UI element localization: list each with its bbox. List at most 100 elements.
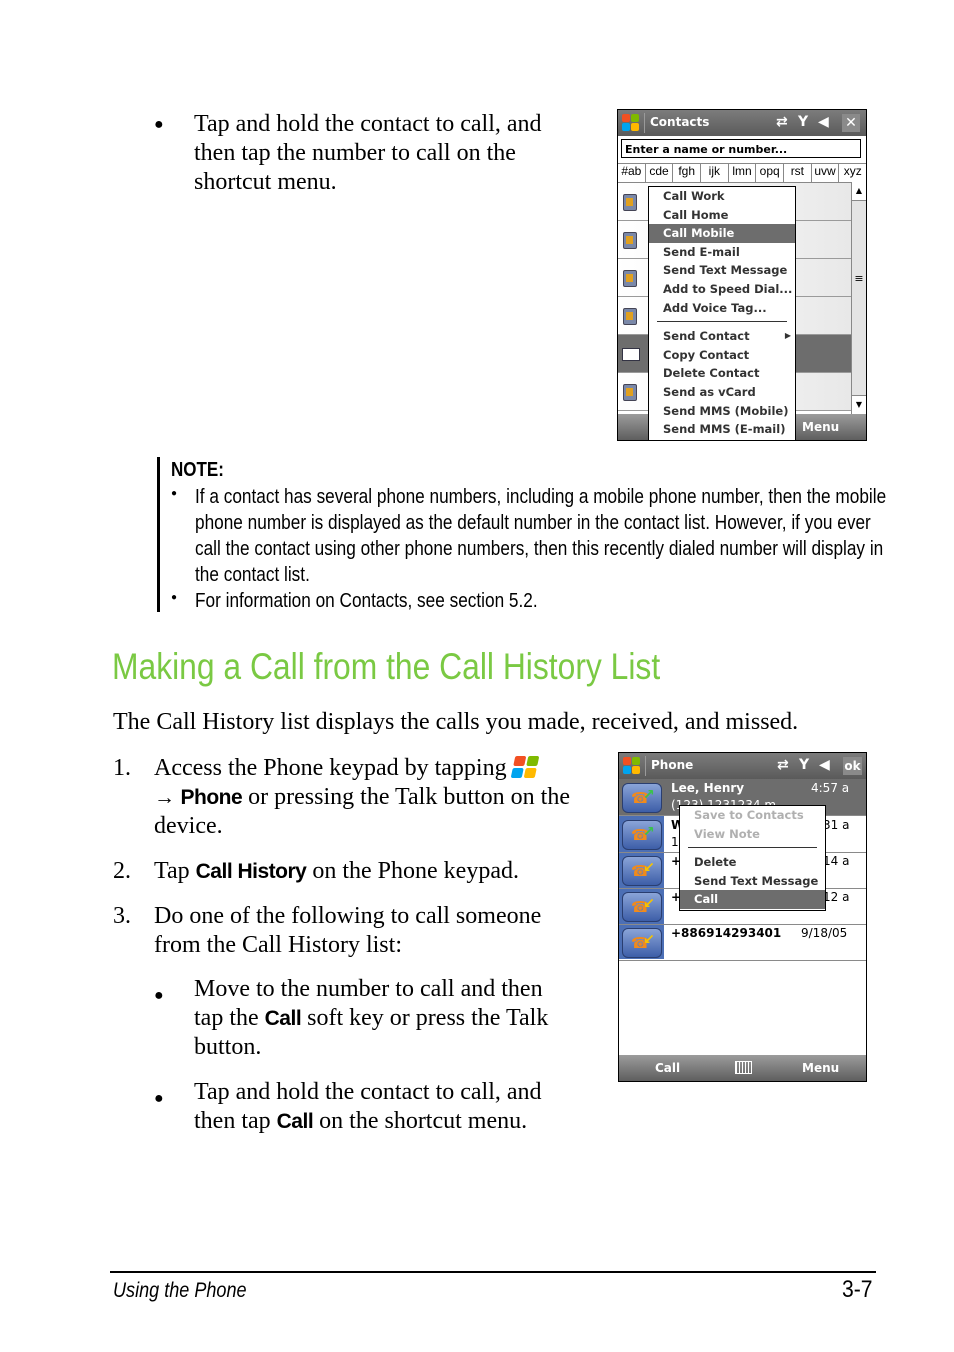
softkey-call[interactable]: Call: [655, 1061, 680, 1075]
sub-bullet: ● Move to the number to call and then ta…: [154, 975, 574, 1062]
note-bullet-text: For information on Contacts, see section…: [195, 589, 538, 612]
alpha-tab[interactable]: fgh: [673, 164, 702, 182]
alpha-tab[interactable]: opq: [756, 164, 785, 182]
alpha-tab[interactable]: uvw: [812, 164, 840, 182]
menu-item-call[interactable]: Call: [680, 890, 825, 909]
search-placeholder: Enter a name or number...: [625, 143, 788, 156]
menu-item-call-home[interactable]: Call Home: [649, 206, 795, 225]
menu-item-label: Send Contact: [663, 329, 750, 344]
volume-icon[interactable]: ◀: [818, 114, 829, 130]
menu-item-delete[interactable]: Delete: [680, 853, 825, 872]
title-separator: [645, 756, 646, 776]
menu-item-send-mms-mobile[interactable]: Send MMS (Mobile): [649, 402, 795, 421]
windows-start-icon[interactable]: [622, 114, 640, 132]
alpha-tab[interactable]: rst: [784, 164, 812, 182]
step-2: 2. Tap Call History on the Phone keypad.: [113, 857, 573, 886]
signal-icon[interactable]: Y: [799, 757, 809, 773]
close-icon[interactable]: ✕: [842, 114, 860, 132]
title-separator: [644, 113, 645, 133]
step-number: 3.: [113, 903, 131, 929]
menu-separator: [688, 847, 817, 849]
step-number: 1.: [113, 755, 131, 781]
menu-item-copy-contact[interactable]: Copy Contact: [649, 346, 795, 365]
contact-icon: [623, 384, 637, 401]
top-bullet: ● Tap and hold the contact to call, and …: [154, 110, 574, 197]
note-bullet: ● For information on Contacts, see secti…: [171, 588, 891, 614]
step-1: 1. Access the Phone keypad by tapping → …: [113, 754, 573, 841]
contact-context-menu: Call Work Call Home Call Mobile Send E-m…: [648, 186, 796, 440]
menu-item-send-text-message[interactable]: Send Text Message: [680, 872, 825, 891]
section-title: Making a Call from the Call History List: [112, 646, 661, 687]
step-text-pre: Tap: [154, 858, 190, 884]
bullet-marker: ●: [154, 1090, 164, 1107]
scroll-down-button[interactable]: ▼: [852, 395, 866, 414]
scrollbar[interactable]: ▲ ≡ ▼: [851, 182, 866, 414]
alpha-tab[interactable]: cde: [646, 164, 674, 182]
keyboard-icon[interactable]: [735, 1061, 752, 1074]
menu-item-view-note[interactable]: View Note: [680, 825, 825, 844]
caller-name: Lee, Henry: [671, 781, 745, 795]
windows-start-icon[interactable]: [623, 757, 641, 775]
menu-item-send-vcard[interactable]: Send as vCard: [649, 383, 795, 402]
menu-item-call-work[interactable]: Call Work: [649, 187, 795, 206]
softkey-menu[interactable]: Menu: [802, 1061, 839, 1075]
footer-chapter: Using the Phone: [113, 1279, 247, 1302]
call-time: 12 a: [823, 890, 850, 904]
sub-bullet-text: Move to the number to call and then tap …: [194, 975, 564, 1062]
scroll-up-button[interactable]: ▲: [852, 182, 866, 201]
app-title: Phone: [651, 758, 694, 772]
contact-icon: [623, 194, 637, 211]
menu-item-send-contact[interactable]: Send Contact ▶: [649, 327, 795, 346]
page-number: 3-7: [842, 1276, 873, 1303]
bullet-marker: ●: [171, 488, 178, 499]
sub-bullet: ● Tap and hold the contact to call, and …: [154, 1078, 574, 1136]
signal-icon[interactable]: Y: [798, 114, 808, 130]
scroll-grip[interactable]: ≡: [852, 272, 866, 285]
call-time: 14 a: [823, 854, 850, 868]
note-heading: NOTE:: [171, 459, 224, 481]
bullet-marker: ●: [154, 987, 164, 1004]
call-time: 9/18/05: [801, 926, 848, 940]
step-text-post: on the Phone keypad.: [312, 858, 519, 884]
arrow-icon: →: [154, 786, 175, 809]
alpha-tab[interactable]: lmn: [729, 164, 757, 182]
connectivity-icon[interactable]: ⇄: [776, 114, 788, 130]
softkey-menu[interactable]: Menu: [802, 420, 839, 434]
incoming-call-icon: ☎ ↙: [622, 892, 662, 922]
note-bullet: ● If a contact has several phone numbers…: [171, 484, 891, 588]
note-bullet-text: If a contact has several phone numbers, …: [195, 485, 887, 586]
menu-item-call-mobile[interactable]: Call Mobile: [649, 224, 795, 243]
alpha-tab[interactable]: #ab: [618, 164, 646, 182]
alpha-tab[interactable]: xyz: [839, 164, 866, 182]
step-3: 3. Do one of the following to call someo…: [113, 902, 573, 960]
ok-button[interactable]: ok: [843, 757, 862, 775]
step-number: 2.: [113, 858, 131, 884]
outgoing-call-icon: ☎ ↗: [622, 783, 662, 813]
contact-card-icon: [622, 348, 640, 361]
call-history-context-menu: Save to Contacts View Note Delete Send T…: [679, 805, 826, 911]
menu-item-send-mms-email[interactable]: Send MMS (E-mail): [649, 420, 795, 439]
search-input[interactable]: Enter a name or number...: [621, 139, 861, 158]
sub-bullet-text: Tap and hold the contact to call, and th…: [194, 1078, 564, 1136]
menu-separator: [657, 321, 787, 323]
caller-number: 1: [671, 835, 679, 849]
call-time: 4:57 a: [811, 781, 850, 795]
text-bold: Call: [264, 1007, 302, 1030]
call-history-row[interactable]: ☎ ↙ +886914293401 9/18/05: [619, 924, 866, 961]
softkey-bar: Call Menu: [619, 1055, 866, 1081]
menu-item-send-email[interactable]: Send E-mail: [649, 243, 795, 262]
contact-icon: [623, 270, 637, 287]
bullet-marker: ●: [154, 116, 164, 133]
step-bold: Call History: [195, 860, 307, 883]
volume-icon[interactable]: ◀: [819, 757, 830, 773]
menu-item-save-to-contacts[interactable]: Save to Contacts: [680, 806, 825, 825]
connectivity-icon[interactable]: ⇄: [777, 757, 789, 773]
alpha-tab[interactable]: ijk: [701, 164, 729, 182]
incoming-call-icon: ☎ ↙: [622, 856, 662, 886]
menu-item-add-speed-dial[interactable]: Add to Speed Dial...: [649, 280, 795, 299]
menu-item-send-text-message[interactable]: Send Text Message: [649, 261, 795, 280]
note-block: NOTE: ● If a contact has several phone n…: [157, 457, 886, 612]
windows-start-icon: [510, 756, 541, 778]
menu-item-add-voice-tag[interactable]: Add Voice Tag...: [649, 299, 795, 318]
menu-item-delete-contact[interactable]: Delete Contact: [649, 364, 795, 383]
